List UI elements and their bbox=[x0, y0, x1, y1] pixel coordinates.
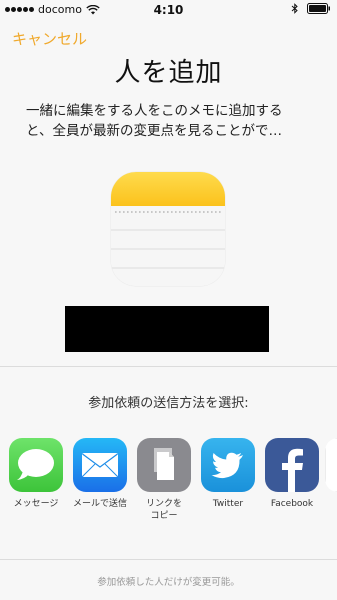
share-option-more-partial[interactable] bbox=[325, 438, 337, 492]
page-title: 人を追加 bbox=[114, 58, 223, 88]
cancel-button[interactable]: キャンセル bbox=[12, 28, 87, 49]
battery-icon bbox=[307, 3, 330, 14]
share-option-copy-link[interactable]: リンクを コピー bbox=[133, 438, 195, 522]
twitter-icon bbox=[201, 438, 255, 492]
share-option-facebook[interactable]: Facebook bbox=[261, 438, 323, 510]
share-option-mail[interactable]: メールで送信 bbox=[69, 438, 131, 510]
share-option-label: Facebook bbox=[270, 499, 314, 509]
redacted-block bbox=[65, 306, 269, 352]
more-icon bbox=[325, 438, 337, 492]
copy-link-icon bbox=[137, 438, 191, 492]
share-option-label: Twitter bbox=[212, 499, 244, 509]
share-prompt: 参加依頼の送信方法を選択: bbox=[88, 396, 249, 411]
description-line: と、全員が最新の変更点を見ることがで… bbox=[26, 123, 282, 139]
share-option-label: メールで送信 bbox=[72, 499, 127, 509]
bluetooth-icon bbox=[291, 3, 298, 14]
share-option-label: メッセージ bbox=[13, 499, 59, 509]
status-right bbox=[291, 3, 331, 14]
share-options-row: メッセージ メールで送信 リンクを コピー Twitter Facebook bbox=[9, 438, 337, 528]
status-time: 4:10 bbox=[153, 3, 184, 17]
share-option-messages[interactable]: メッセージ bbox=[5, 438, 67, 510]
divider bbox=[0, 559, 337, 560]
mail-icon bbox=[73, 438, 127, 492]
status-bar: docomo 4:10 bbox=[0, 0, 337, 20]
share-option-label: リンクを コピー bbox=[145, 499, 182, 521]
messages-icon bbox=[9, 438, 63, 492]
description: 一緒に編集をする人をこのメモに追加する と、全員が最新の変更点を見ることがで… bbox=[26, 101, 319, 141]
notes-app-icon bbox=[111, 172, 225, 286]
facebook-icon bbox=[265, 438, 319, 492]
divider bbox=[0, 366, 337, 367]
share-option-twitter[interactable]: Twitter bbox=[197, 438, 259, 510]
footer-note: 参加依頼した人だけが変更可能。 bbox=[97, 577, 240, 588]
description-line: 一緒に編集をする人をこのメモに追加する bbox=[26, 103, 283, 119]
